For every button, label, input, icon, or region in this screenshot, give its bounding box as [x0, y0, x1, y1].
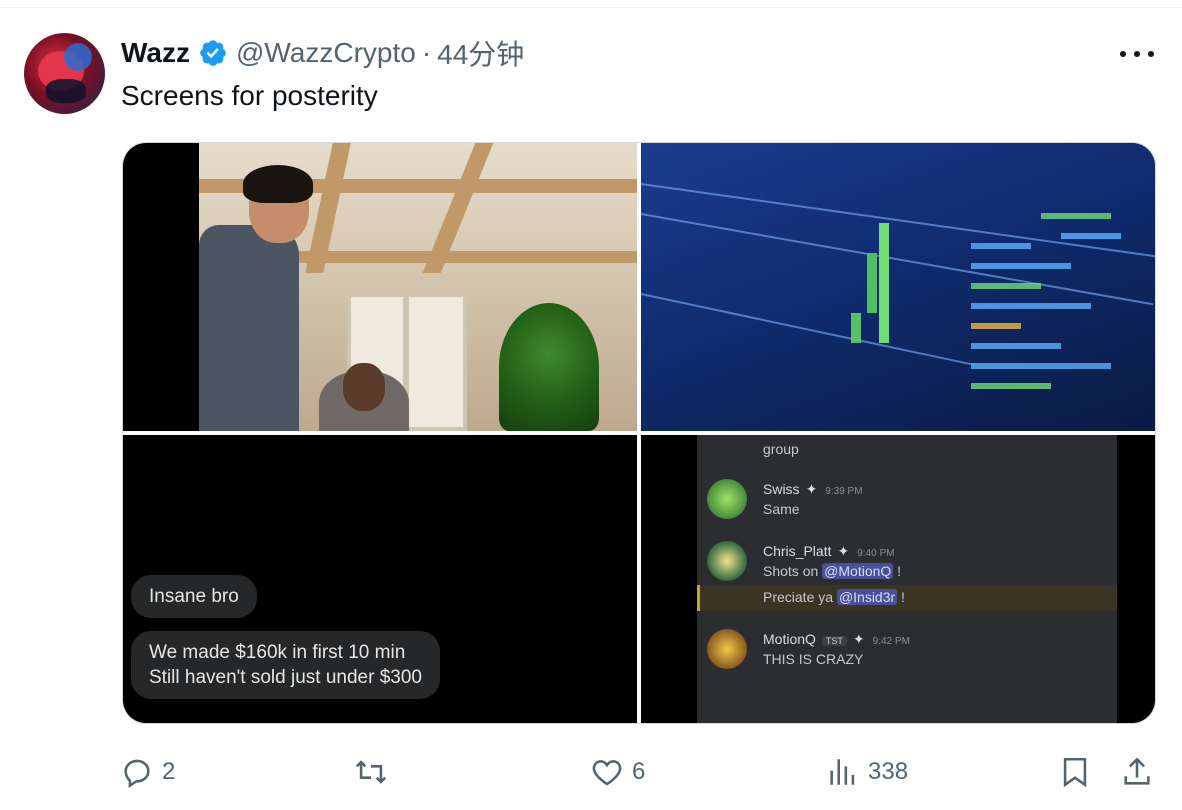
views-button[interactable]: 338 — [826, 752, 908, 792]
discord-time: 9:39 PM — [825, 486, 863, 497]
discord-username: Swiss — [763, 481, 800, 497]
message-bubble: Insane bro — [131, 575, 257, 618]
action-bar: 2 6 338 — [0, 744, 1182, 800]
share-icon — [1124, 757, 1150, 785]
discord-username: Chris_Platt — [763, 543, 832, 559]
reply-button[interactable]: 2 — [120, 752, 175, 792]
reply-count: 2 — [162, 758, 176, 785]
more-icon[interactable] — [1120, 44, 1154, 64]
like-count: 6 — [632, 758, 646, 785]
like-icon — [592, 760, 622, 786]
share-button[interactable] — [1120, 752, 1154, 792]
tweet-text: Screens for posterity — [121, 80, 378, 111]
discord-text: Same — [763, 501, 800, 517]
media-image-2[interactable] — [641, 143, 1155, 431]
role-tag: TST — [821, 636, 847, 646]
highlighted-message — [697, 585, 1117, 611]
discord-chat: group Swiss ✦ 9:39 PM Same Chris_Platt ✦ 9:4… — [697, 435, 1117, 723]
message-text: Still haven't sold just under $300 — [149, 667, 422, 688]
trading-chart-photo — [641, 143, 1155, 431]
bookmark-button[interactable] — [1058, 752, 1092, 792]
like-button[interactable]: 6 — [590, 752, 645, 792]
separator-dot: · — [421, 37, 432, 68]
avatar — [707, 479, 747, 519]
display-name[interactable]: Wazz — [121, 37, 190, 69]
tweet-header: Wazz @WazzCrypto · 44分钟 — [121, 36, 524, 70]
retweet-button[interactable] — [354, 752, 396, 792]
discord-time: 9:42 PM — [872, 636, 910, 647]
user-handle[interactable]: @WazzCrypto — [236, 37, 416, 69]
avatar[interactable] — [24, 33, 105, 114]
discord-text: group — [763, 441, 799, 457]
media-image-1[interactable] — [123, 143, 637, 431]
media-image-3[interactable]: Insane bro We made $160k in first 10 min… — [123, 435, 637, 723]
tweet-time[interactable]: 44分钟 — [437, 33, 524, 73]
message-text: Insane bro — [149, 586, 239, 607]
discord-text: THIS IS CRAZY — [763, 651, 864, 667]
message-text: We made $160k in first 10 min — [149, 642, 406, 663]
view-count: 338 — [868, 758, 909, 785]
person-standing — [199, 163, 314, 431]
avatar — [707, 629, 747, 669]
media-image-4[interactable]: group Swiss ✦ 9:39 PM Same Chris_Platt ✦ 9:4… — [641, 435, 1155, 723]
views-icon — [830, 759, 855, 785]
media-grid[interactable]: Insane bro We made $160k in first 10 min… — [122, 142, 1156, 724]
discord-time: 9:40 PM — [857, 548, 895, 559]
bookmark-icon — [1063, 757, 1087, 788]
message-bubble: We made $160k in first 10 min Still have… — [131, 631, 440, 699]
discord-text: Shots on @MotionQ ! — [763, 563, 902, 579]
person-seated — [319, 363, 409, 431]
retweet-icon — [355, 760, 387, 784]
discord-username: MotionQ — [763, 631, 816, 647]
avatar — [707, 541, 747, 581]
reply-icon — [124, 759, 150, 788]
verified-badge-icon — [198, 38, 228, 68]
discord-text: Preciate ya @Insid3r ! — [763, 589, 905, 605]
top-divider — [0, 7, 1182, 8]
